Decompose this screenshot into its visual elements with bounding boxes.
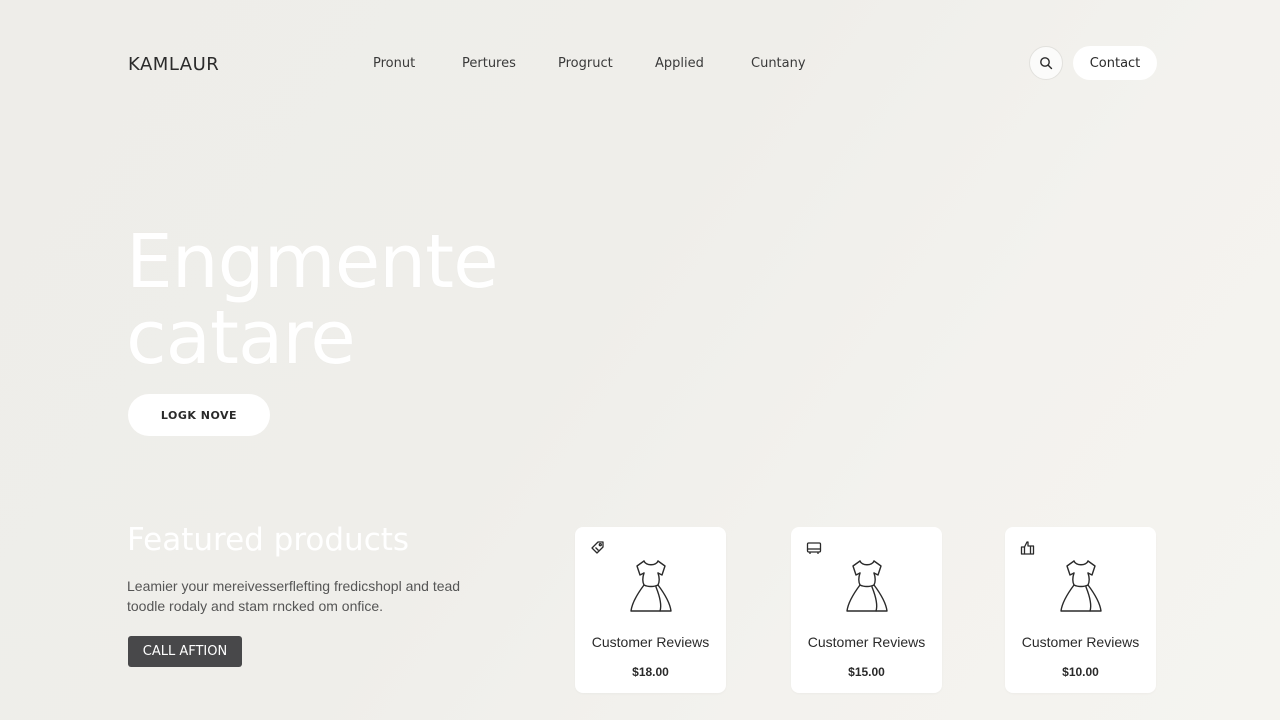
product-price: $18.00 [632,665,669,679]
nav-item-pronut[interactable]: Pronut [373,56,415,71]
dress-icon [630,560,672,612]
product-card[interactable]: Customer Reviews $10.00 [1005,527,1156,693]
product-price: $10.00 [1062,665,1099,679]
search-icon [1040,57,1053,70]
call-action-button[interactable]: CALL AFTION [128,636,242,667]
product-card[interactable]: Customer Reviews $18.00 [575,527,726,693]
search-button[interactable] [1029,46,1063,80]
tag-icon[interactable] [589,539,607,557]
product-title: Customer Reviews [1021,634,1140,650]
product-title: Customer Reviews [807,634,926,650]
nav-item-applied[interactable]: Applied [655,56,704,71]
nav-item-progruct[interactable]: Progruct [558,56,613,71]
hero-button[interactable]: LOGK NOVE [128,394,270,436]
featured-description: Leamier your mereivesserflefting fredics… [127,576,507,616]
nav-item-pertures[interactable]: Pertures [462,56,516,71]
hero-title-line-2: catare [126,295,356,381]
tray-icon[interactable] [805,539,823,557]
product-title: Customer Reviews [591,634,710,650]
product-price: $15.00 [848,665,885,679]
brand-logo[interactable]: KAMLAUR [128,54,219,75]
product-card[interactable]: Customer Reviews $15.00 [791,527,942,693]
contact-button[interactable]: Contact [1073,46,1157,80]
hero-title: Engmente catare [126,224,499,376]
featured-description-line-1: Leamier your mereivesserflefting fredics… [127,578,461,594]
featured-description-line-2: toodle rodaly and stam rncked om onfice. [127,598,384,614]
featured-title: Featured products [127,522,410,558]
hero-title-line-1: Engmente [126,219,499,305]
nav-item-cuntany[interactable]: Cuntany [751,56,806,71]
thumbs-up-icon[interactable] [1019,539,1037,557]
dress-icon [1060,560,1102,612]
dress-icon [846,560,888,612]
